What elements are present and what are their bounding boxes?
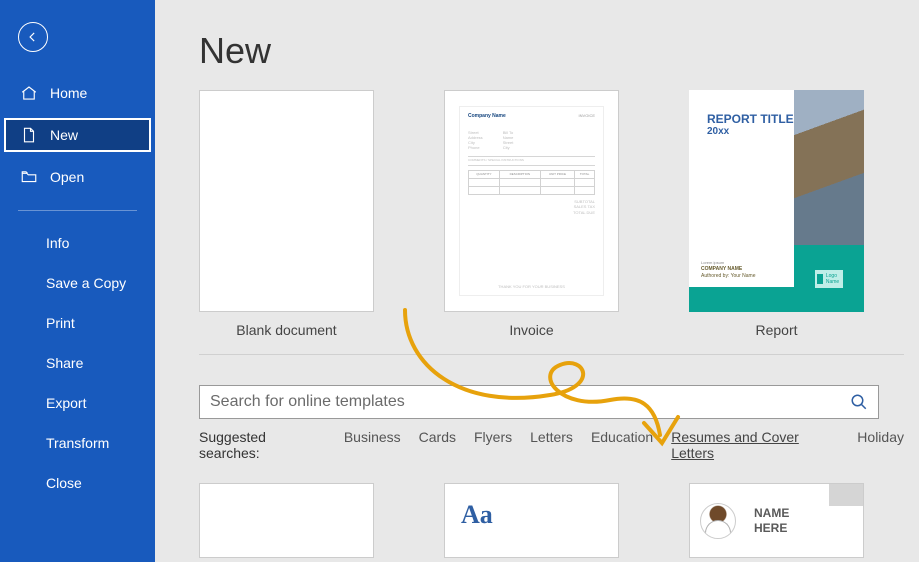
sidebar-item-close[interactable]: Close	[0, 463, 155, 503]
suggested-link-letters[interactable]: Letters	[530, 429, 573, 445]
search-box[interactable]	[199, 385, 879, 419]
sidebar-item-home[interactable]: Home	[0, 76, 155, 110]
divider	[199, 354, 904, 355]
template-thumbnail	[199, 483, 374, 558]
template-thumbnail: Aa	[444, 483, 619, 558]
invoice-tag: INVOICE	[579, 113, 595, 118]
suggested-link-business[interactable]: Business	[344, 429, 401, 445]
back-button[interactable]	[18, 22, 48, 52]
suggested-link-cards[interactable]: Cards	[419, 429, 456, 445]
template-row: Blank document Company Name INVOICE Stre…	[199, 90, 904, 338]
sidebar-item-save-a-copy[interactable]: Save a Copy	[0, 263, 155, 303]
page-title: New	[199, 30, 904, 72]
document-icon	[20, 126, 38, 144]
suggested-link-flyers[interactable]: Flyers	[474, 429, 512, 445]
sidebar-separator	[18, 210, 137, 211]
search-icon[interactable]	[850, 393, 868, 411]
template-thumbnail	[199, 90, 374, 312]
template-report[interactable]: REPORT TITLE 20xx Lorem ipsum COMPANY NA…	[689, 90, 864, 338]
template-name-card[interactable]: NAME HERE	[689, 483, 864, 558]
sidebar-item-new[interactable]: New	[4, 118, 151, 152]
suggested-label: Suggested searches:	[199, 429, 326, 461]
report-title-line2: 20xx	[707, 126, 794, 137]
report-company: COMPANY NAME	[701, 266, 742, 272]
template-invoice[interactable]: Company Name INVOICE StreetAddressCityPh…	[444, 90, 619, 338]
template-row-2: Aa NAME HERE	[199, 483, 904, 558]
suggested-link-resumes[interactable]: Resumes and Cover Letters	[671, 429, 839, 461]
aa-glyph: Aa	[461, 500, 493, 530]
template-label: Invoice	[509, 322, 553, 338]
template-thumbnail: Company Name INVOICE StreetAddressCityPh…	[444, 90, 619, 312]
main-pane: New Blank document Company Name INVOICE …	[155, 0, 919, 562]
template-blank-document[interactable]: Blank document	[199, 90, 374, 338]
template-generic-1[interactable]	[199, 483, 374, 558]
invoice-company: Company Name	[468, 113, 506, 119]
report-logo-text: Logo Name	[826, 273, 841, 285]
sidebar-item-label: New	[50, 127, 78, 143]
sidebar-item-share[interactable]: Share	[0, 343, 155, 383]
report-title-line1: REPORT TITLE	[707, 112, 794, 126]
sidebar-item-info[interactable]: Info	[0, 223, 155, 263]
backstage-sidebar: Home New Open Info Save a Copy Print Sha…	[0, 0, 155, 562]
suggested-link-education[interactable]: Education	[591, 429, 653, 445]
suggested-link-holiday[interactable]: Holiday	[857, 429, 904, 445]
sidebar-item-print[interactable]: Print	[0, 303, 155, 343]
sidebar-item-export[interactable]: Export	[0, 383, 155, 423]
template-styles[interactable]: Aa	[444, 483, 619, 558]
suggested-searches: Suggested searches: Business Cards Flyer…	[199, 429, 904, 461]
report-author: Authored by: Your Name	[701, 273, 755, 280]
name-line2: HERE	[754, 521, 789, 535]
folder-open-icon	[20, 168, 38, 186]
template-thumbnail: NAME HERE	[689, 483, 864, 558]
avatar-icon	[700, 503, 736, 539]
name-line1: NAME	[754, 506, 789, 520]
template-label: Report	[755, 322, 797, 338]
search-input[interactable]	[210, 393, 850, 411]
sidebar-item-open[interactable]: Open	[0, 160, 155, 194]
sidebar-item-label: Open	[50, 169, 84, 185]
template-label: Blank document	[236, 322, 336, 338]
home-icon	[20, 84, 38, 102]
sidebar-item-transform[interactable]: Transform	[0, 423, 155, 463]
template-thumbnail: REPORT TITLE 20xx Lorem ipsum COMPANY NA…	[689, 90, 864, 312]
sidebar-item-label: Home	[50, 85, 87, 101]
